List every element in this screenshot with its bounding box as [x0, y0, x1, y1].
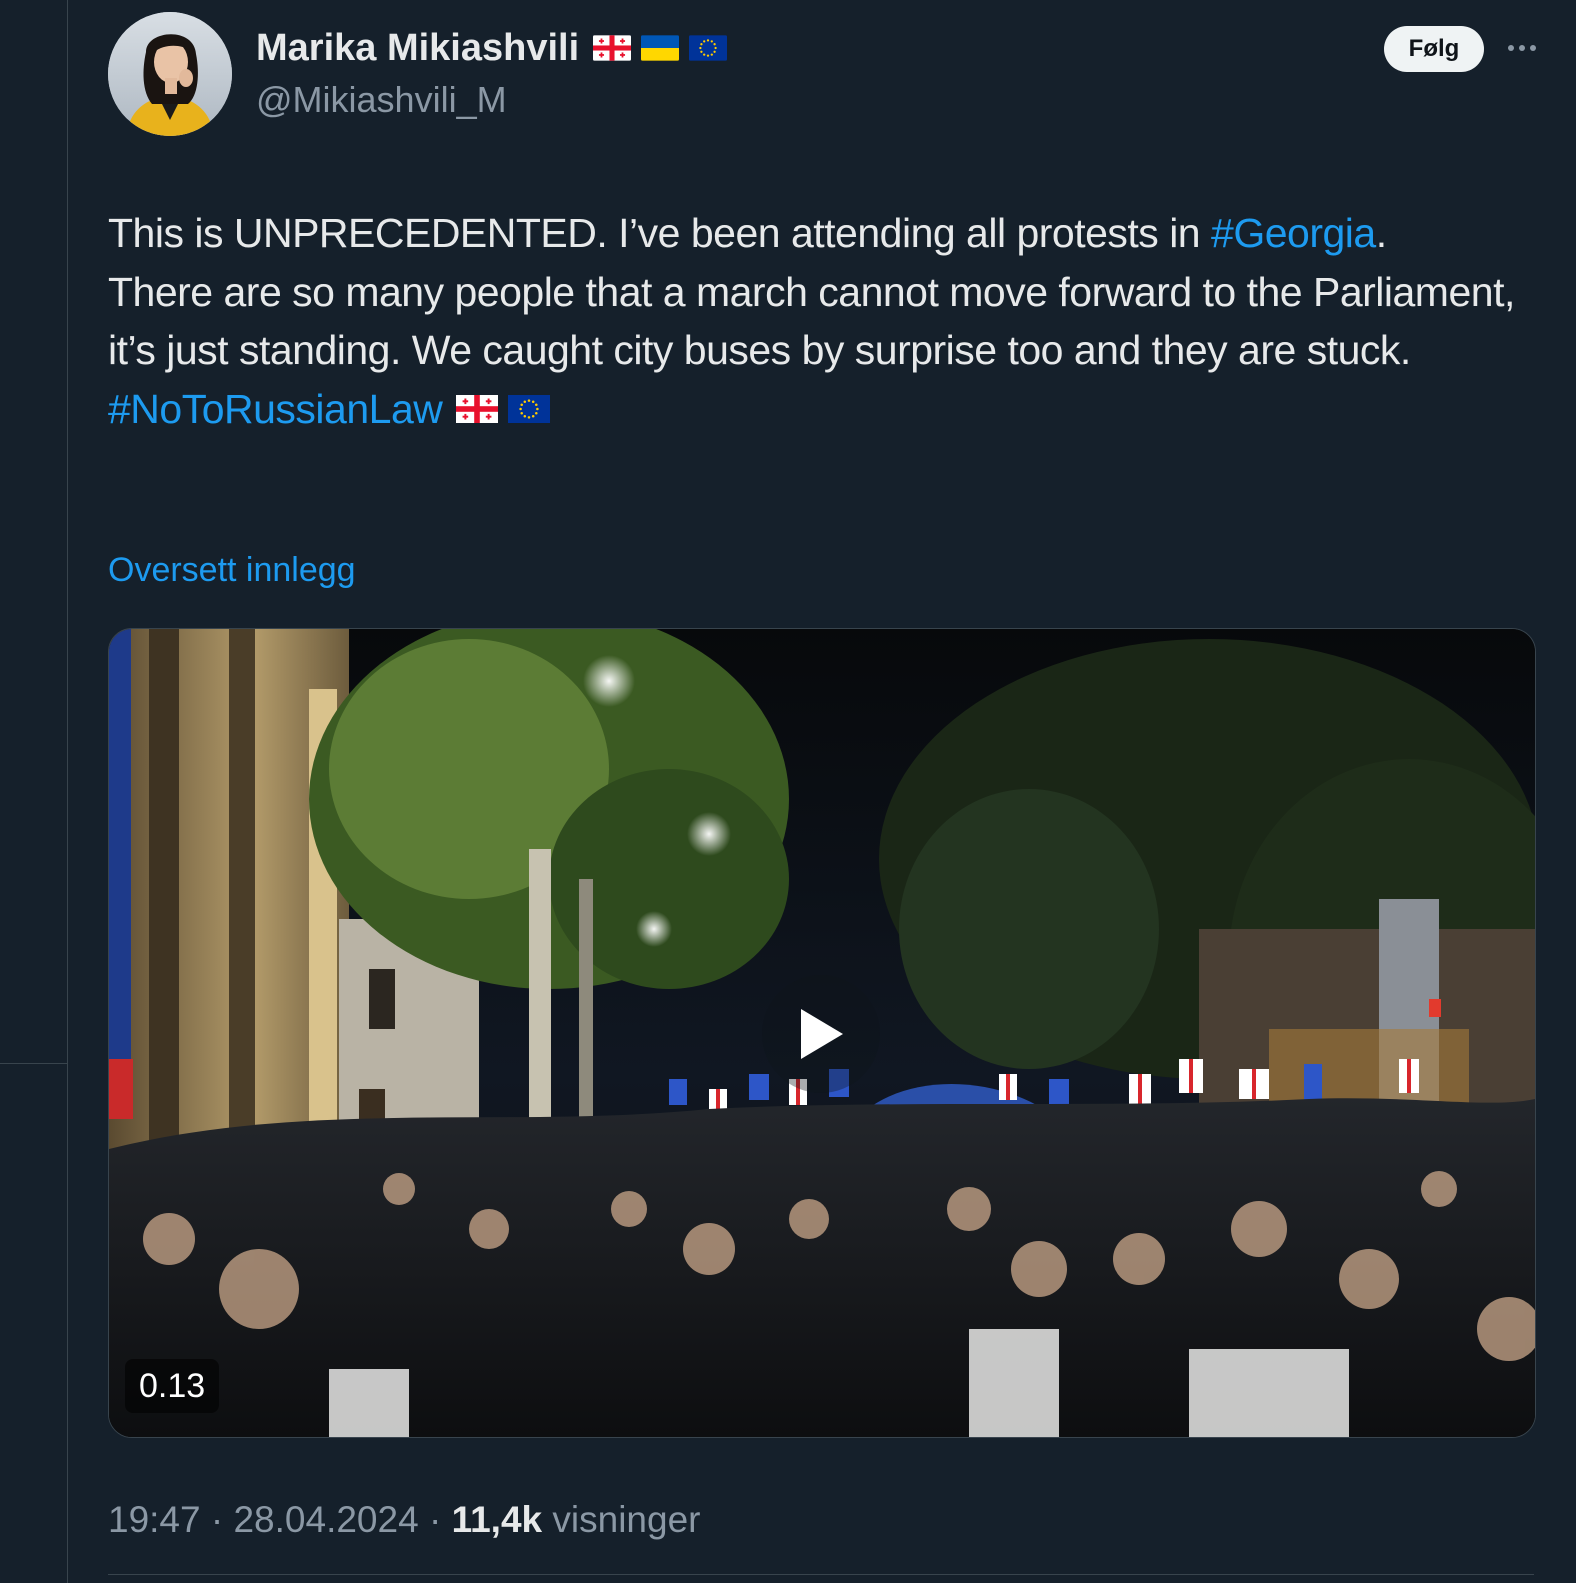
bottom-divider: [108, 1574, 1534, 1575]
tweet-time[interactable]: 19:47: [108, 1499, 201, 1540]
ukraine-flag-icon: [641, 35, 679, 61]
tweet-text-intro: This is UNPRECEDENTED. I’ve been attendi…: [108, 210, 1212, 256]
meta-separator: ·: [418, 1499, 452, 1540]
avatar[interactable]: [108, 12, 232, 136]
play-button[interactable]: [762, 975, 880, 1093]
translate-link[interactable]: Oversett innlegg: [108, 548, 356, 592]
meta-separator: ·: [200, 1499, 234, 1540]
tweet-metadata: 19:47 · 28.04.2024 · 11,4k visninger: [108, 1496, 700, 1544]
author-handle[interactable]: @Mikiashvili_M: [256, 76, 727, 124]
views-count: 11,4k: [451, 1499, 543, 1540]
hashtag-georgia[interactable]: #Georgia: [1211, 210, 1376, 256]
video-player[interactable]: 0.13: [108, 628, 1536, 1438]
play-icon: [801, 1009, 843, 1059]
tweet-paragraph-3: #NoToRussianLaw: [108, 380, 1534, 439]
left-rail: [0, 0, 68, 1583]
author-display-name[interactable]: Marika Mikiashvili: [256, 22, 579, 74]
more-horizontal-icon[interactable]: [1502, 30, 1542, 66]
tweet: Marika Mikiashvili @Mikiashvili_M Følg T…: [108, 0, 1536, 1583]
tweet-text: This is UNPRECEDENTED. I’ve been attendi…: [108, 204, 1534, 438]
left-rail-divider: [0, 1063, 67, 1064]
georgia-flag-icon: [456, 395, 498, 423]
video-elapsed-time: 0.13: [125, 1359, 220, 1413]
tweet-paragraph-1: This is UNPRECEDENTED. I’ve been attendi…: [108, 204, 1534, 263]
tweet-paragraph-2: There are so many people that a march ca…: [108, 268, 1515, 374]
eu-flag-icon: [508, 395, 550, 423]
author-name-row: Marika Mikiashvili: [256, 22, 727, 74]
tweet-date[interactable]: 28.04.2024: [233, 1499, 418, 1540]
author-block: Marika Mikiashvili @Mikiashvili_M: [256, 22, 727, 124]
avatar-image: [108, 12, 232, 136]
author-flags: [593, 35, 727, 61]
follow-button[interactable]: Følg: [1384, 26, 1484, 72]
hashtag-notorussianlaw[interactable]: #NoToRussianLaw: [108, 386, 443, 432]
eu-flag-icon: [689, 35, 727, 61]
views-label: visninger: [552, 1499, 701, 1540]
tweet-text-period: .: [1375, 210, 1387, 256]
georgia-flag-icon: [593, 35, 631, 61]
